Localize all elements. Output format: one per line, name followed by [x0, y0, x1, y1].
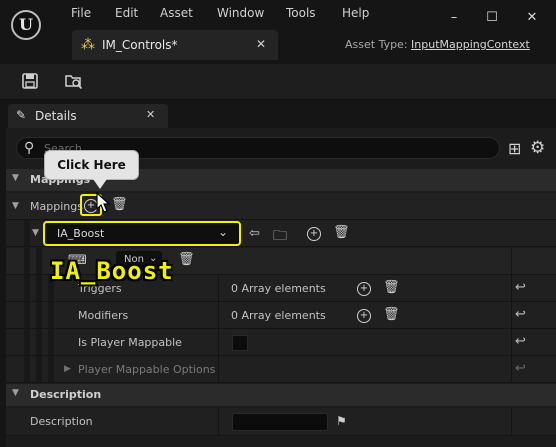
details-tab-label: Details	[35, 109, 77, 123]
table-view-icon[interactable]: ⊞	[508, 139, 521, 158]
triggers-value: 0 Array elements	[231, 282, 326, 295]
modifiers-label: Modifiers	[78, 309, 129, 322]
mappings-row-label: Mappings	[30, 200, 83, 213]
delete-modifiers-icon[interactable]: 🗑	[383, 307, 400, 322]
asset-type: Asset Type: InputMappingContext	[345, 38, 530, 51]
browse-button[interactable]	[60, 68, 88, 94]
close-details-icon[interactable]: ✕	[146, 108, 155, 121]
asset-tab[interactable]: ⁂ IM_Controls* ✕	[72, 30, 278, 60]
collapse-arrow-icon: ▼	[12, 173, 19, 183]
modifiers-row: Modifiers 0 Array elements + 🗑 ↩	[6, 302, 556, 329]
reset-triggers-icon[interactable]: ↩	[515, 280, 526, 295]
close-tab-icon[interactable]: ✕	[256, 37, 266, 51]
menu-window[interactable]: Window	[217, 6, 264, 22]
reset-options-icon[interactable]: ↩	[515, 361, 526, 376]
menu-asset[interactable]: Asset	[160, 6, 193, 22]
entry-expand-arrow-icon[interactable]: ▼	[32, 228, 39, 238]
minimize-button[interactable]: –	[444, 10, 464, 26]
insert-mapping-icon[interactable]: +	[307, 227, 321, 241]
browse-icon	[65, 75, 83, 90]
click-here-callout: Click Here	[44, 150, 139, 180]
add-trigger-icon[interactable]: +	[357, 282, 371, 296]
menu-edit[interactable]: Edit	[115, 6, 138, 22]
input-mapping-icon: ⁂	[81, 37, 95, 53]
delete-triggers-icon[interactable]: 🗑	[383, 280, 400, 295]
delete-key-icon[interactable]: 🗑	[178, 252, 195, 267]
asset-tab-label: IM_Controls*	[102, 38, 178, 52]
flag-icon[interactable]: ⚑	[336, 414, 347, 428]
reset-player-mappable-icon[interactable]: ↩	[515, 334, 526, 349]
delete-mappings-icon[interactable]: 🗑	[111, 197, 128, 212]
menu-help[interactable]: Help	[342, 6, 369, 22]
menu-tools[interactable]: Tools	[286, 6, 316, 22]
description-label: Description	[30, 415, 93, 428]
panel-tabbar: ✎ Details ✕	[6, 102, 556, 128]
title-bar: U File Edit Asset Window Tools Help – ☐ …	[0, 0, 556, 64]
action-combo[interactable]: IA_Boost ⌄	[43, 221, 241, 246]
player-mappable-row: Is Player Mappable ↩	[6, 329, 556, 356]
player-mappable-label: Is Player Mappable	[78, 336, 182, 349]
asset-type-prefix: Asset Type:	[345, 38, 408, 51]
gear-icon[interactable]: ⚙	[530, 138, 545, 158]
description-collapse-arrow-icon: ▼	[12, 388, 19, 398]
toolbar	[0, 64, 556, 100]
description-category[interactable]: ▼ Description	[6, 384, 556, 406]
add-modifier-icon[interactable]: +	[357, 309, 371, 323]
maximize-button[interactable]: ☐	[482, 10, 502, 26]
description-row: Description ⚑	[6, 408, 556, 436]
player-mappable-options-row: ▶ Player Mappable Options ↩	[6, 356, 556, 383]
close-window-button[interactable]: ✕	[522, 10, 542, 26]
mouse-cursor-icon	[96, 192, 110, 213]
save-button[interactable]	[16, 68, 44, 94]
pencil-icon: ✎	[16, 108, 27, 122]
unreal-logo: U	[11, 10, 41, 40]
browse-asset-icon[interactable]: 🗀	[273, 225, 287, 249]
player-mappable-options-label: Player Mappable Options	[78, 363, 216, 376]
modifiers-value: 0 Array elements	[231, 309, 326, 322]
use-selected-icon[interactable]: ⇦	[249, 226, 260, 241]
search-icon: ⚲	[24, 140, 35, 156]
ia-boost-annotation: IA_Boost	[50, 257, 174, 285]
expand-options-arrow-icon[interactable]: ▶	[64, 364, 71, 374]
menu-file[interactable]: File	[71, 6, 91, 22]
expand-arrow-icon[interactable]: ▼	[12, 201, 19, 211]
player-mappable-checkbox[interactable]	[232, 335, 248, 351]
save-icon	[22, 73, 38, 89]
tab-details[interactable]: ✎ Details ✕	[8, 104, 168, 128]
reset-modifiers-icon[interactable]: ↩	[515, 307, 526, 322]
action-combo-value: IA_Boost	[57, 227, 105, 240]
chevron-down-icon: ⌄	[218, 225, 229, 239]
asset-type-link[interactable]: InputMappingContext	[411, 38, 530, 51]
description-field[interactable]	[232, 413, 328, 431]
description-category-label: Description	[30, 388, 102, 401]
delete-mapping-icon[interactable]: 🗑	[333, 225, 350, 240]
callout-tail	[93, 179, 107, 189]
